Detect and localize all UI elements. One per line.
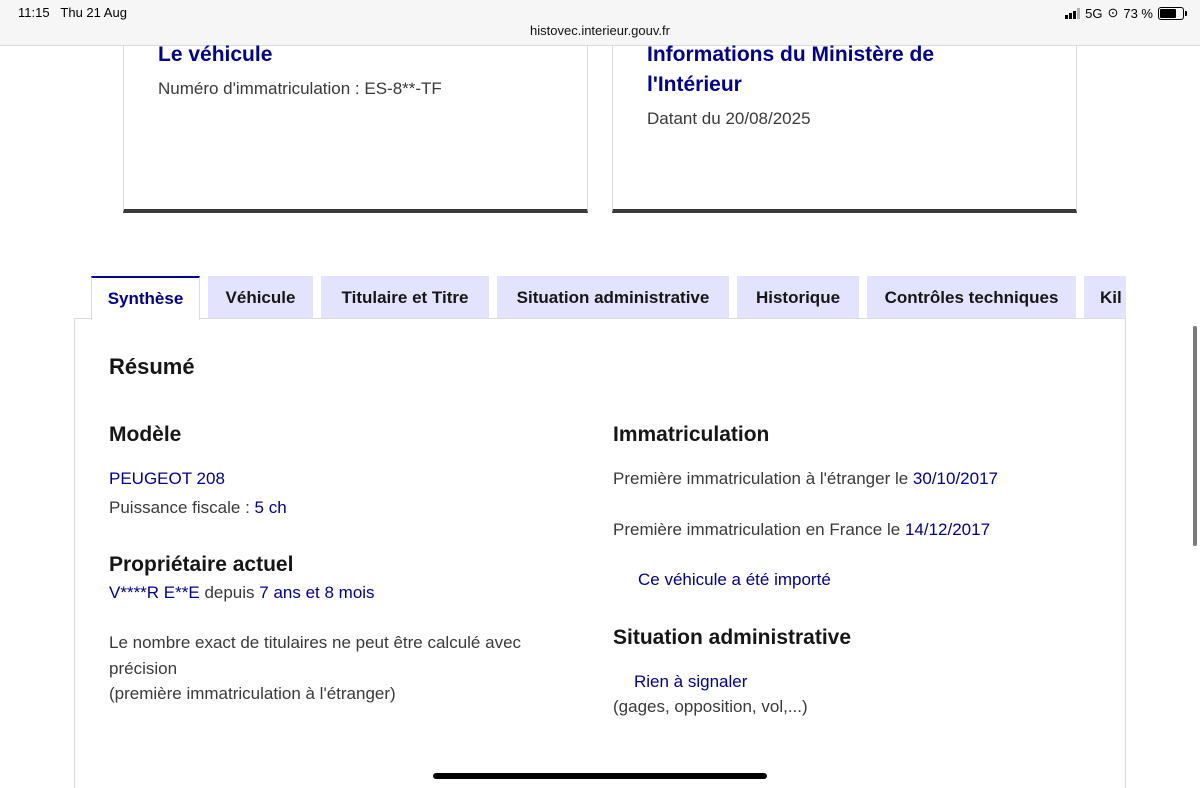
owner-note-line1: Le nombre exact de titulaires ne peut êt… <box>109 633 522 652</box>
imported-link[interactable]: Ce véhicule a été importé <box>638 570 831 590</box>
ministry-card-title-line2: l'Intérieur <box>647 73 742 96</box>
admin-status-link[interactable]: Rien à signaler <box>634 672 747 692</box>
tab-controles-techniques[interactable]: Contrôles techniques <box>867 276 1076 319</box>
synthese-panel: Résumé Modèle PEUGEOT 208 Puissance fisc… <box>74 318 1126 788</box>
battery-percent: 73 % <box>1123 5 1153 21</box>
fiscal-power: Puissance fiscale : 5 ch <box>109 498 287 517</box>
home-indicator[interactable] <box>433 773 767 779</box>
vehicle-card-title: Le véhicule <box>158 43 273 66</box>
france-registration: Première immatriculation en France le 14… <box>613 520 991 539</box>
address-bar-url[interactable]: histovec.interieur.gouv.fr <box>0 23 1200 38</box>
registration-heading: Immatriculation <box>613 423 770 446</box>
owner-note-line2: précision <box>109 659 178 678</box>
tab-historique[interactable]: Historique <box>737 276 859 319</box>
ministry-card-title-line1: Informations du Ministère de <box>647 43 935 66</box>
owner-line: V****R E**E depuis 7 ans et 8 mois <box>109 583 375 602</box>
fiscal-power-value: 5 ch <box>254 498 287 517</box>
battery-icon <box>1158 6 1187 20</box>
tab-vehicule[interactable]: Véhicule <box>208 276 313 319</box>
signal-icon <box>1065 7 1081 19</box>
tab-kilometrage[interactable]: Kil <box>1084 276 1126 319</box>
ministry-card: Informations du Ministère de l'Intérieur… <box>612 43 1077 213</box>
tab-synthese[interactable]: Synthèse <box>91 276 200 320</box>
vehicle-card: Le véhicule Numéro d'immatriculation : E… <box>123 43 588 213</box>
model-heading: Modèle <box>109 423 182 446</box>
network-label: 5G <box>1085 5 1103 21</box>
ministry-date: Datant du 20/08/2025 <box>647 109 811 128</box>
registration-number: Numéro d'immatriculation : ES-8**-TF <box>158 79 442 98</box>
resume-heading: Résumé <box>109 354 195 379</box>
rotation-lock-icon: ⊙ <box>1107 5 1119 20</box>
scrollbar[interactable] <box>1193 326 1197 546</box>
admin-heading: Situation administrative <box>613 626 852 649</box>
owner-note-line3: (première immatriculation à l'étranger) <box>109 684 396 703</box>
owner-name: V****R E**E <box>109 583 200 602</box>
foreign-registration: Première immatriculation à l'étranger le… <box>613 469 999 488</box>
owner-heading: Propriétaire actuel <box>109 553 294 576</box>
status-time: 11:15 Thu 21 Aug <box>18 5 127 20</box>
admin-details: (gages, opposition, vol,...) <box>613 697 808 716</box>
tab-situation-administrative[interactable]: Situation administrative <box>497 276 729 319</box>
owner-duration: 7 ans et 8 mois <box>259 583 375 602</box>
foreign-registration-date: 30/10/2017 <box>912 469 999 488</box>
status-indicators: 5G ⊙ 73 % <box>1065 5 1187 21</box>
model-name: PEUGEOT 208 <box>109 469 225 488</box>
france-registration-date: 14/12/2017 <box>904 520 991 539</box>
tab-titulaire-et-titre[interactable]: Titulaire et Titre <box>321 276 489 319</box>
